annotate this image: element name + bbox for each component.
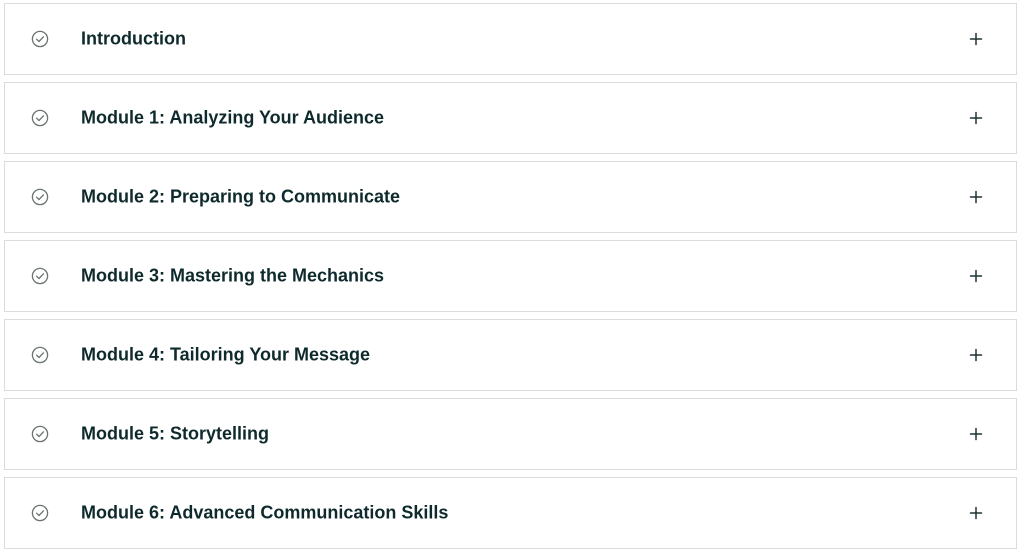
- plus-icon[interactable]: [968, 505, 984, 521]
- plus-icon[interactable]: [968, 31, 984, 47]
- check-circle-icon: [31, 504, 49, 522]
- accordion-item-introduction[interactable]: Introduction: [4, 3, 1017, 75]
- accordion-item-title: Module 4: Tailoring Your Message: [81, 344, 371, 365]
- check-circle-icon: [31, 188, 49, 206]
- accordion-item-title: Module 5: Storytelling: [81, 423, 270, 444]
- plus-icon[interactable]: [968, 347, 984, 363]
- plus-icon[interactable]: [968, 268, 984, 284]
- plus-icon[interactable]: [968, 110, 984, 126]
- accordion-item-module-4[interactable]: Module 4: Tailoring Your Message: [4, 319, 1017, 391]
- accordion-item-module-6[interactable]: Module 6: Advanced Communication Skills: [4, 477, 1017, 549]
- check-circle-icon: [31, 267, 49, 285]
- check-circle-icon: [31, 425, 49, 443]
- accordion-item-module-5[interactable]: Module 5: Storytelling: [4, 398, 1017, 470]
- accordion-item-title: Introduction: [81, 28, 186, 49]
- accordion-item-title: Module 6: Advanced Communication Skills: [81, 502, 449, 523]
- accordion-item-title: Module 2: Preparing to Communicate: [81, 186, 401, 207]
- accordion-item-module-2[interactable]: Module 2: Preparing to Communicate: [4, 161, 1017, 233]
- check-circle-icon: [31, 109, 49, 127]
- plus-icon[interactable]: [968, 426, 984, 442]
- plus-icon[interactable]: [968, 189, 984, 205]
- accordion-item-module-1[interactable]: Module 1: Analyzing Your Audience: [4, 82, 1017, 154]
- accordion-item-module-3[interactable]: Module 3: Mastering the Mechanics: [4, 240, 1017, 312]
- course-modules-accordion: Introduction Module 1: Analyzing Your Au…: [4, 3, 1017, 549]
- accordion-item-title: Module 3: Mastering the Mechanics: [81, 265, 385, 286]
- accordion-item-title: Module 1: Analyzing Your Audience: [81, 107, 385, 128]
- check-circle-icon: [31, 346, 49, 364]
- check-circle-icon: [31, 30, 49, 48]
